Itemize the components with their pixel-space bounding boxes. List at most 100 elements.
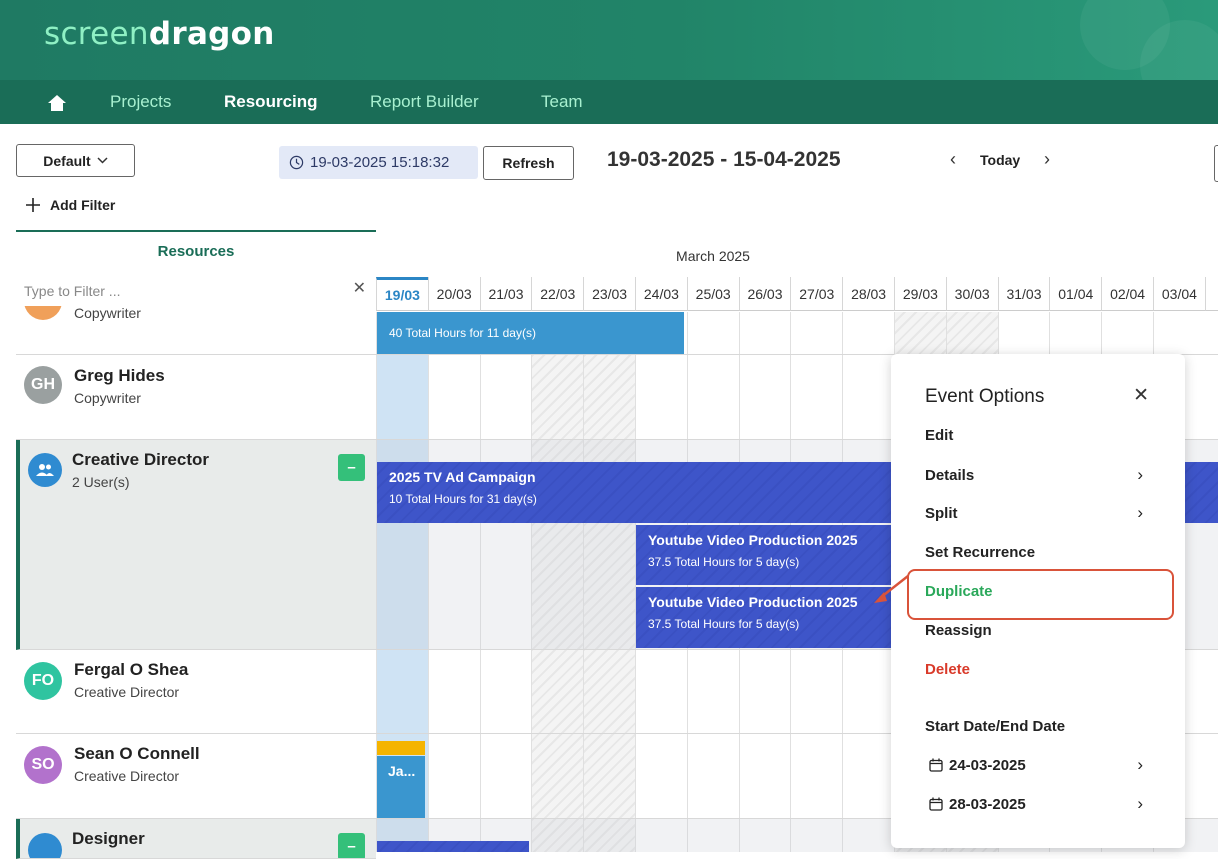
day-header: 24/03	[635, 277, 687, 311]
event-bar[interactable]: 40 Total Hours for 11 day(s)	[377, 312, 684, 354]
resources-title: Resources	[157, 243, 235, 260]
avatar	[24, 306, 62, 320]
toolbar-overflow-button[interactable]	[1214, 145, 1218, 182]
add-filter-label: Add Filter	[50, 197, 116, 213]
day-header: 19/03	[376, 277, 428, 311]
nav-resourcing[interactable]: Resourcing	[224, 92, 318, 112]
day-header: 25/03	[686, 277, 739, 311]
calendar-icon	[929, 758, 943, 772]
popup-title: Event Options	[925, 386, 1045, 407]
event-title: Ja...	[388, 763, 416, 779]
day-header: 03/04	[1153, 277, 1205, 311]
option-details[interactable]: Details ›	[925, 465, 1155, 484]
event-subtitle: 37.5 Total Hours for 5 day(s)	[648, 617, 800, 631]
chevron-right-icon: ›	[1137, 465, 1143, 484]
event-title: Youtube Video Production 2025	[648, 532, 858, 548]
today-button[interactable]: Today	[980, 152, 1020, 168]
nav-projects[interactable]: Projects	[110, 92, 171, 112]
day-header: 31/03	[997, 277, 1050, 311]
day-header: 29/03	[894, 277, 946, 311]
option-label: Set Recurrence	[925, 544, 1036, 561]
start-date-value: 24-03-2025	[949, 757, 1026, 774]
event-bar-youtube-1[interactable]: Youtube Video Production 2025 37.5 Total…	[636, 525, 896, 585]
collapse-button[interactable]: –	[338, 833, 365, 858]
resource-role: Creative Director	[74, 768, 180, 784]
month-label: March 2025	[676, 248, 750, 264]
date-range-label: 19-03-2025 - 15-04-2025	[607, 148, 841, 171]
day-header: 27/03	[790, 277, 843, 311]
resource-role: Creative Director	[74, 684, 180, 700]
option-label: Reassign	[925, 622, 992, 639]
event-marker	[377, 741, 425, 755]
resource-row[interactable]: GH Greg Hides Copywriter	[16, 355, 376, 440]
avatar: FO	[24, 662, 62, 700]
resource-row[interactable]: Copywriter	[16, 306, 376, 355]
option-label: Delete	[925, 661, 971, 678]
main-nav: Projects Resourcing Report Builder Team	[0, 80, 1218, 124]
close-icon[interactable]: ✕	[353, 278, 366, 298]
event-bar[interactable]	[377, 841, 529, 852]
event-subtitle: 40 Total Hours for 11 day(s)	[389, 326, 536, 340]
chevron-down-icon	[97, 157, 108, 164]
resource-role: 2 User(s)	[72, 474, 130, 490]
option-edit[interactable]: Edit	[925, 427, 1155, 444]
day-header: 01/04	[1049, 277, 1102, 311]
resource-name: Greg Hides	[74, 366, 165, 385]
option-set-recurrence[interactable]: Set Recurrence	[925, 544, 1155, 561]
logo-part-2: dragon	[148, 16, 275, 52]
option-split[interactable]: Split ›	[925, 503, 1155, 522]
plus-icon	[26, 198, 40, 212]
nav-report-builder[interactable]: Report Builder	[370, 92, 479, 112]
nav-team[interactable]: Team	[541, 92, 583, 112]
start-date-selector[interactable]: 24-03-2025 ›	[925, 755, 1155, 774]
resource-role: Copywriter	[74, 306, 141, 321]
add-filter-button[interactable]: Add Filter	[26, 197, 115, 213]
chevron-left-icon[interactable]: ‹	[950, 149, 956, 170]
end-date-selector[interactable]: 28-03-2025 ›	[925, 794, 1155, 813]
resource-name: Fergal O Shea	[74, 660, 189, 679]
resource-role: Copywriter	[74, 390, 141, 406]
day-header: 21/03	[479, 277, 532, 311]
day-header: 02/04	[1101, 277, 1153, 311]
collapse-button[interactable]: –	[338, 454, 365, 481]
option-reassign[interactable]: Reassign	[925, 622, 1155, 639]
day-header: 26/03	[738, 277, 791, 311]
end-date-value: 28-03-2025	[949, 796, 1026, 813]
resource-name: Sean O Connell	[74, 744, 200, 763]
event-bar-short[interactable]: Ja...	[377, 756, 425, 818]
resource-filter-input[interactable]	[16, 276, 376, 306]
arrow-pointer-icon	[874, 575, 909, 603]
chevron-right-icon[interactable]: ›	[1044, 149, 1050, 170]
calendar-icon	[929, 797, 943, 811]
view-select-value: Default	[43, 152, 91, 169]
resources-header: Resources ✕	[16, 230, 376, 306]
duplicate-highlight-box	[907, 569, 1174, 620]
avatar: GH	[24, 366, 62, 404]
resource-name: Creative Director	[72, 450, 210, 469]
view-select[interactable]: Default	[16, 144, 135, 177]
refresh-button[interactable]: Refresh	[483, 146, 574, 180]
resource-row[interactable]: FO Fergal O Shea Creative Director	[16, 650, 376, 734]
resource-name: Designer	[72, 829, 145, 848]
close-icon[interactable]: ✕	[1133, 384, 1149, 407]
day-header: 23/03	[583, 277, 635, 311]
avatar: SO	[24, 746, 62, 784]
day-header: 20/03	[427, 277, 480, 311]
day-header: 28/03	[842, 277, 894, 311]
option-delete[interactable]: Delete	[925, 661, 1155, 678]
resource-group-row[interactable]: Designer –	[16, 819, 376, 859]
day-header: 30/03	[945, 277, 998, 311]
clock-icon	[289, 155, 304, 170]
resource-group-row[interactable]: Creative Director 2 User(s) –	[16, 440, 376, 650]
home-icon[interactable]	[47, 94, 67, 112]
chevron-right-icon: ›	[1137, 503, 1143, 522]
users-icon	[28, 453, 62, 487]
logo-part-1: screen	[44, 16, 149, 52]
brand-bar: screendragon	[0, 0, 1218, 80]
option-label: Split	[925, 505, 958, 522]
chevron-right-icon: ›	[1137, 755, 1143, 774]
option-label: Details	[925, 467, 975, 484]
resource-row[interactable]: SO Sean O Connell Creative Director	[16, 734, 376, 819]
event-bar-youtube-2[interactable]: Youtube Video Production 2025 37.5 Total…	[636, 587, 896, 648]
logo[interactable]: screendragon	[44, 16, 275, 52]
